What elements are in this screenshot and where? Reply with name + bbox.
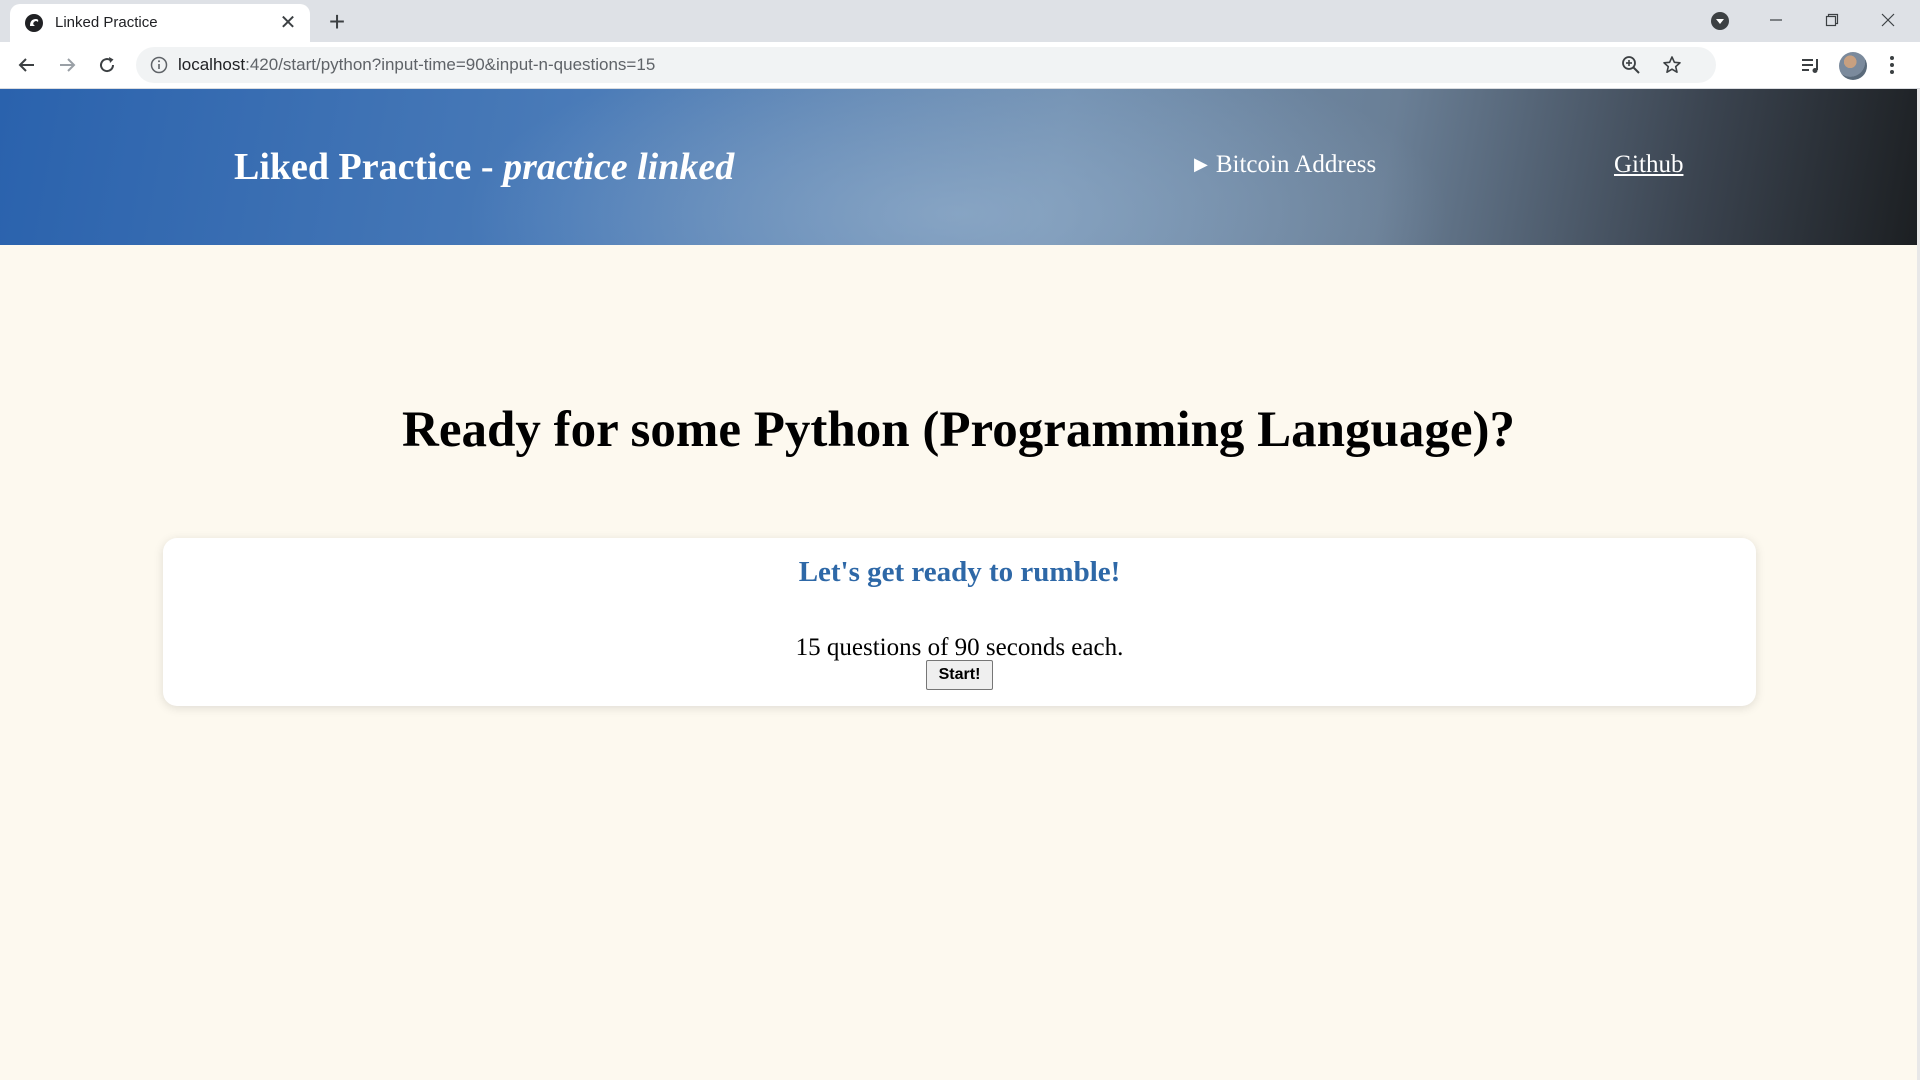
url-host: localhost [178,55,246,74]
profile-avatar[interactable] [1839,52,1867,80]
reload-icon[interactable] [92,50,122,80]
forward-arrow-icon[interactable] [52,50,82,80]
tab-close-icon[interactable]: ✕ [276,11,300,35]
browser-tab[interactable]: Linked Practice ✕ [10,4,310,42]
site-header: Liked Practice - practice linked ▶ Bitcoi… [0,89,1917,245]
browser-menu-icon[interactable] [1878,51,1906,79]
media-queue-icon[interactable] [1797,51,1825,79]
site-info-icon[interactable] [150,56,168,74]
site-favicon-icon [25,14,43,32]
brand-main: Liked Practice - [234,146,504,188]
github-link[interactable]: Github [1614,151,1683,179]
url-text: localhost:420/start/python?input-time=90… [178,55,655,75]
url-path: :420/start/python?input-time=90&input-n-… [245,55,656,74]
restore-icon[interactable] [1804,0,1860,40]
zoom-icon[interactable] [1619,53,1643,77]
start-card: Let's get ready to rumble! 15 questions … [163,538,1756,706]
address-bar[interactable]: localhost:420/start/python?input-time=90… [136,47,1716,83]
page-viewport: Liked Practice - practice linked ▶ Bitcoi… [0,89,1920,1080]
browser-toolbar: localhost:420/start/python?input-time=90… [0,42,1920,89]
bitcoin-address-toggle[interactable]: ▶ Bitcoin Address [1194,151,1376,179]
back-arrow-icon[interactable] [12,50,42,80]
close-window-icon[interactable] [1860,0,1916,40]
new-tab-icon[interactable]: + [322,7,352,37]
brand-tagline: practice linked [503,146,735,188]
start-button[interactable]: Start! [926,660,993,690]
tab-title: Linked Practice [55,14,158,31]
site-brand[interactable]: Liked Practice - practice linked [234,145,734,189]
card-title: Let's get ready to rumble! [798,556,1121,588]
browser-tabstrip: Linked Practice ✕ + [0,0,1920,42]
bitcoin-address-label: Bitcoin Address [1215,151,1377,178]
disclosure-triangle-icon: ▶ [1194,154,1208,174]
bookmark-star-icon[interactable] [1660,53,1684,77]
minimize-icon[interactable] [1748,0,1804,40]
tab-search-icon[interactable] [1708,9,1732,33]
page-title: Ready for some Python (Programming Langu… [402,402,1515,458]
quiz-description: 15 questions of 90 seconds each. [795,634,1124,661]
